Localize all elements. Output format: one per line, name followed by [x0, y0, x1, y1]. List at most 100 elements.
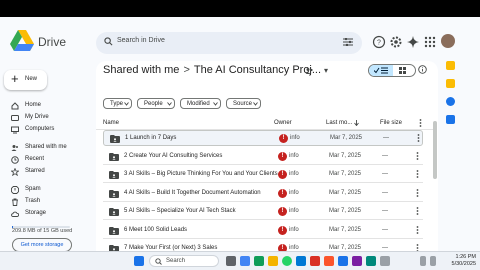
sidebar-item-recent[interactable]: Recent: [7, 154, 92, 165]
contacts-app-icon[interactable]: [446, 115, 455, 124]
filter-source[interactable]: Source: [226, 98, 261, 109]
sidebar-item-label: Recent: [25, 156, 45, 162]
file-name[interactable]: 1 Launch in 7 Days: [125, 135, 176, 141]
sidebar-item-starred[interactable]: Starred: [7, 166, 92, 177]
search-options-icon[interactable]: [343, 38, 353, 46]
file-name[interactable]: 6 Meet 100 Solid Leads: [124, 227, 187, 233]
my-drive-icon: [11, 115, 19, 121]
file-name[interactable]: 4 AI Skills – Build It Together Document…: [124, 190, 261, 196]
more-options-icon[interactable]: [419, 119, 422, 127]
sidebar-item-label: My Drive: [25, 114, 49, 120]
new-button[interactable]: + New: [4, 70, 47, 90]
brave-icon[interactable]: [324, 256, 334, 266]
sidebar-item-label: Storage: [25, 210, 47, 216]
file-modified: Mar 7, 2025: [329, 189, 362, 196]
taskbar-search[interactable]: Search: [149, 255, 219, 267]
app-red-icon[interactable]: [310, 256, 320, 266]
table-row[interactable]: 7 Make Your First (or Next) 3 Sales! info…: [103, 241, 423, 251]
sidebar-item-shared-with-me[interactable]: Shared with me: [7, 142, 92, 153]
owner-avatar: !: [278, 188, 287, 198]
gemini-icon[interactable]: [406, 35, 420, 49]
more-options-icon[interactable]: [416, 151, 419, 160]
chevron-down-icon[interactable]: ▾: [324, 66, 328, 75]
home-icon: [11, 102, 19, 110]
trash-icon: [12, 198, 18, 206]
sidebar-item-label: Spam: [25, 186, 41, 192]
file-name[interactable]: 3 AI Skills – Big Picture Thinking For Y…: [124, 171, 278, 177]
breadcrumb-root[interactable]: Shared with me: [103, 64, 179, 76]
chrome-icon[interactable]: [240, 256, 250, 266]
sidebar-item-spam[interactable]: Spam: [7, 184, 92, 195]
table-row[interactable]: 5 AI Skills – Specialize Your AI Tech St…: [103, 204, 423, 220]
sidebar-item-my-drive[interactable]: My Drive: [7, 112, 92, 123]
settings-icon[interactable]: [389, 35, 403, 49]
search-bar[interactable]: Search in Drive: [96, 32, 362, 54]
list-view-button[interactable]: [369, 65, 393, 76]
file-name[interactable]: 5 AI Skills – Specialize Your AI Tech St…: [124, 208, 236, 214]
column-name[interactable]: Name: [103, 120, 119, 126]
file-name[interactable]: 2 Create Your AI Consulting Services: [124, 153, 222, 159]
app-blue-icon[interactable]: [338, 256, 348, 266]
whatsapp-icon[interactable]: [282, 256, 292, 266]
more-options-icon[interactable]: [416, 207, 419, 215]
app-purple-icon[interactable]: [352, 256, 362, 266]
column-file-size[interactable]: File size: [380, 120, 402, 126]
store-icon[interactable]: [296, 256, 306, 266]
get-more-storage-button[interactable]: Get more storage: [12, 238, 72, 251]
more-options-icon[interactable]: [416, 244, 419, 251]
calendar-app-icon[interactable]: [446, 61, 455, 70]
shared-folder-people-icon[interactable]: [305, 67, 314, 75]
search-placeholder[interactable]: Search in Drive: [117, 37, 165, 44]
table-row[interactable]: 6 Meet 100 Solid Leads! info Mar 7, 2025 —: [103, 223, 423, 239]
clock-icon: [11, 156, 19, 164]
sidebar-item-trash[interactable]: Trash: [7, 196, 92, 207]
filter-type[interactable]: Type: [103, 98, 132, 109]
volume-icon[interactable]: [430, 256, 436, 266]
task-view-icon[interactable]: [226, 256, 236, 266]
windows-start-icon[interactable]: [134, 256, 144, 266]
more-options-icon[interactable]: [416, 225, 419, 234]
sidebar-item-label: Home: [25, 102, 42, 108]
filter-people[interactable]: People: [137, 98, 175, 109]
tasks-app-icon[interactable]: [446, 97, 455, 106]
table-row[interactable]: 3 AI Skills – Big Picture Thinking For Y…: [103, 167, 423, 183]
more-options-icon[interactable]: [416, 188, 419, 197]
system-clock[interactable]: 1:26 PM 5/30/2025: [448, 254, 476, 268]
apps-grid-icon[interactable]: [423, 35, 437, 49]
breadcrumb-current[interactable]: The AI Consultancy Proj...: [194, 64, 321, 76]
table-row[interactable]: 1 Launch in 7 Days! info Mar 7, 2025 —: [103, 130, 423, 146]
column-owner[interactable]: Owner: [274, 120, 292, 126]
sidebar-item-computers[interactable]: Computers: [7, 124, 92, 135]
sidebar-item-home[interactable]: Home: [7, 100, 92, 111]
file-modified: Mar 7, 2025: [330, 135, 363, 141]
file-modified: Mar 7, 2025: [329, 208, 362, 214]
column-last-modified[interactable]: Last mo...: [326, 120, 352, 126]
chevron-down-icon: [253, 102, 258, 106]
more-options-icon[interactable]: [417, 134, 420, 142]
account-avatar[interactable]: [441, 34, 455, 48]
table-header: Name Owner Last mo... File size: [96, 117, 436, 130]
get-more-storage-label: Get more storage: [20, 242, 64, 248]
sidebar-item-storage[interactable]: Storage: [7, 208, 92, 219]
sort-arrow-down-icon[interactable]: [354, 120, 359, 126]
view-toggle[interactable]: [368, 64, 416, 77]
grid-view-icon: [399, 67, 406, 74]
exclamation-icon: !: [281, 208, 284, 214]
info-icon[interactable]: [418, 65, 427, 74]
search-icon[interactable]: [104, 37, 113, 46]
table-row[interactable]: 2 Create Your AI Consulting Services! inf…: [103, 149, 423, 165]
help-icon[interactable]: ?: [372, 35, 386, 49]
edge-icon[interactable]: [254, 256, 264, 266]
app-gray-icon[interactable]: [380, 256, 390, 266]
file-explorer-icon[interactable]: [268, 256, 278, 266]
app-teal-icon[interactable]: [366, 256, 376, 266]
table-row[interactable]: 4 AI Skills – Build It Together Document…: [103, 186, 423, 202]
scrollbar[interactable]: [433, 121, 437, 179]
more-options-icon[interactable]: [416, 170, 419, 178]
clock-date: 5/30/2025: [451, 261, 476, 267]
drive-logo-icon[interactable]: [10, 30, 34, 52]
filter-modified[interactable]: Modified: [180, 98, 221, 109]
shared-folder-icon: [110, 135, 120, 143]
wifi-icon[interactable]: [420, 256, 426, 266]
keep-app-icon[interactable]: [446, 79, 455, 88]
